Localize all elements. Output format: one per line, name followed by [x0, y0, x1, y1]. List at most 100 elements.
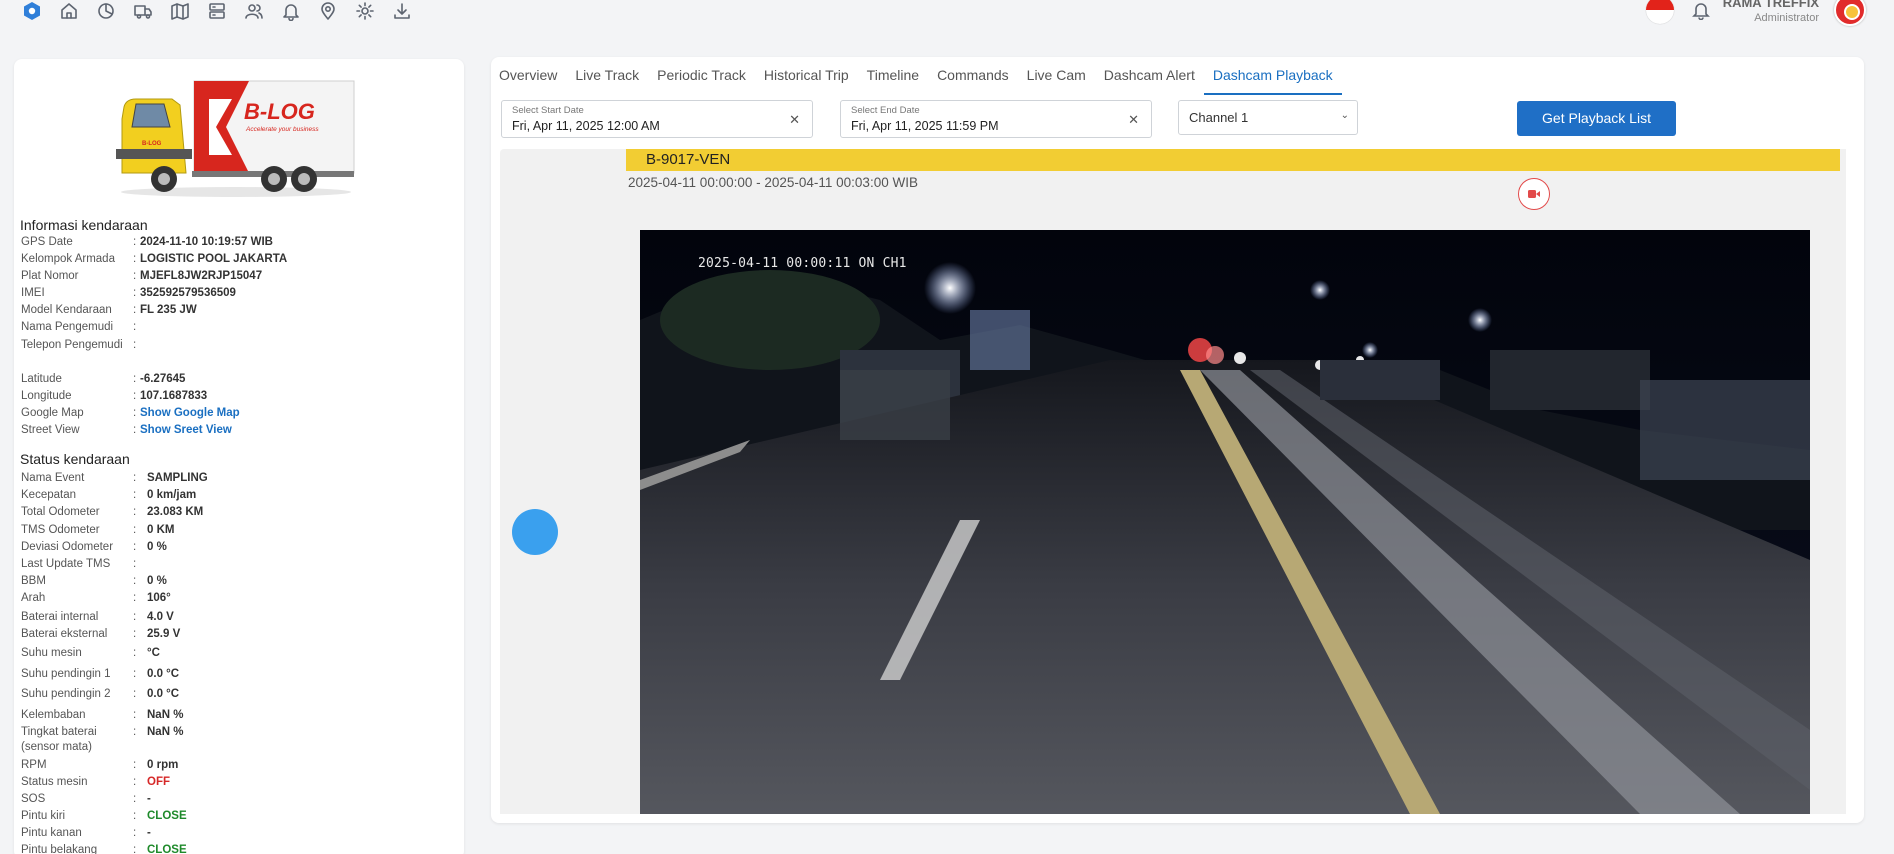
tab-bar: Overview Live Track Periodic Track Historic… — [491, 57, 1342, 95]
row-label: Pintu belakang — [21, 844, 98, 854]
channel-select[interactable]: Channel 1 ⌄ — [1178, 100, 1358, 135]
row-label: Suhu mesin — [21, 647, 82, 659]
row-separator: : — [133, 373, 137, 385]
tab-live-cam[interactable]: Live Cam — [1018, 57, 1095, 95]
tab-timeline[interactable]: Timeline — [858, 57, 928, 95]
clear-end-date-icon[interactable]: ✕ — [1128, 112, 1139, 128]
app-logo-icon[interactable] — [20, 0, 43, 22]
row-separator: : — [133, 793, 137, 805]
location-pin-icon[interactable] — [316, 0, 339, 22]
users-icon[interactable] — [242, 0, 265, 22]
row-separator: : — [133, 575, 137, 587]
clear-start-date-icon[interactable]: ✕ — [789, 112, 800, 128]
row-value: °C — [147, 647, 160, 659]
row-label: Status mesin — [21, 776, 88, 788]
notification-bell-icon[interactable] — [1691, 0, 1713, 22]
row-separator: : — [133, 390, 137, 402]
tracking-panel: Overview Live Track Periodic Track Historic… — [491, 57, 1864, 823]
avatar[interactable] — [1834, 0, 1866, 26]
start-date-label: Select Start Date — [512, 105, 584, 116]
row-label: Suhu pendingin 2 — [21, 688, 111, 700]
vehicle-detail-panel: B-LOG Accelerate your business B-LOG Inf… — [14, 59, 464, 854]
dashboard-icon[interactable] — [94, 0, 117, 22]
row-value: 0 % — [147, 541, 167, 553]
row-label: Tingkat baterai (sensor mata) — [21, 726, 97, 753]
row-label: Google Map — [21, 407, 84, 419]
row-label: Total Odometer — [21, 506, 100, 518]
download-icon[interactable] — [390, 0, 413, 22]
row-label: SOS — [21, 793, 46, 805]
row-value: 352592579536509 — [140, 287, 236, 299]
server-icon[interactable] — [205, 0, 228, 22]
row-separator: : — [133, 776, 137, 788]
row-separator: : — [133, 668, 137, 680]
row-value[interactable]: Show Google Map — [140, 406, 240, 421]
row-label: Longitude — [21, 390, 72, 402]
map-icon[interactable] — [168, 0, 191, 22]
playback-nav-button[interactable] — [512, 509, 558, 555]
home-icon[interactable] — [57, 0, 80, 22]
row-separator: : — [133, 709, 137, 721]
tab-dashcam-playback[interactable]: Dashcam Playback — [1203, 57, 1342, 95]
tab-periodic-track[interactable]: Periodic Track — [648, 57, 755, 95]
row-separator: : — [133, 688, 137, 700]
end-date-value[interactable]: Fri, Apr 11, 2025 11:59 PM — [851, 119, 999, 133]
start-date-field[interactable]: Select Start Date Fri, Apr 11, 2025 12:0… — [501, 100, 813, 138]
channel-select-value: Channel 1 — [1189, 110, 1249, 125]
row-label: Nama Event — [21, 472, 85, 484]
tab-live-track[interactable]: Live Track — [566, 57, 648, 95]
row-value: 107.1687833 — [140, 390, 208, 402]
row-label: Plat Nomor — [21, 270, 79, 282]
row-label: RPM — [21, 759, 47, 771]
playback-list: B-9017-VEN 2025-04-11 00:00:00 - 2025-04… — [500, 149, 1846, 814]
row-label: Deviasi Odometer — [21, 541, 114, 553]
row-label: Kelembaban — [21, 709, 86, 721]
info-row: Street View: Show Sreet View — [21, 423, 461, 453]
row-separator: : — [133, 321, 137, 333]
dashcam-video-player[interactable]: 2025-04-11 00:00:11 ON CH1 — [640, 230, 1810, 814]
truck-icon[interactable] — [131, 0, 154, 22]
start-date-value[interactable]: Fri, Apr 11, 2025 12:00 AM — [512, 119, 660, 133]
row-separator: : — [133, 270, 137, 282]
row-label: Kecepatan — [21, 489, 76, 501]
info-row: Telepon Pengemudi: — [21, 338, 461, 368]
info-row: Tingkat baterai (sensor mata): NaN % — [21, 725, 461, 755]
tab-dashcam-alert[interactable]: Dashcam Alert — [1095, 57, 1204, 95]
playback-vehicle-header: B-9017-VEN — [626, 149, 1840, 171]
row-separator: : — [133, 558, 137, 570]
row-value: NaN % — [147, 709, 184, 721]
row-value: MJEFL8JW2RJP15047 — [140, 270, 263, 282]
end-date-field[interactable]: Select End Date Fri, Apr 11, 2025 11:59 … — [840, 100, 1152, 138]
row-value: 0.0 °C — [147, 668, 180, 680]
row-separator: : — [133, 810, 137, 822]
row-value: 0 km/jam — [147, 489, 197, 501]
row-value[interactable]: Show Sreet View — [140, 423, 232, 438]
row-separator: : — [133, 506, 137, 518]
row-value: 2024-11-10 10:19:57 WIB — [140, 236, 273, 248]
tab-commands[interactable]: Commands — [928, 57, 1018, 95]
tab-historical-trip[interactable]: Historical Trip — [755, 57, 858, 95]
tab-overview[interactable]: Overview — [491, 57, 566, 95]
row-separator: : — [133, 472, 137, 484]
row-value: OFF — [147, 776, 170, 788]
row-value: 25.9 V — [147, 628, 181, 640]
row-label: BBM — [21, 575, 46, 587]
row-separator: : — [133, 592, 137, 604]
row-label: Baterai eksternal — [21, 628, 108, 640]
row-separator: : — [133, 628, 137, 640]
vehicle-info-title: Informasi kendaraan — [20, 217, 148, 233]
row-separator: : — [133, 407, 137, 419]
record-video-icon[interactable] — [1518, 178, 1550, 210]
indonesia-flag-icon[interactable] — [1646, 0, 1674, 24]
row-separator: : — [133, 647, 137, 659]
row-separator: : — [133, 304, 137, 316]
gear-icon[interactable] — [353, 0, 376, 22]
row-label: Kelompok Armada — [21, 253, 115, 265]
row-value: LOGISTIC POOL JAKARTA — [140, 253, 288, 265]
row-separator: : — [133, 844, 137, 854]
user-role: Administrator — [1754, 12, 1819, 24]
bell-icon[interactable] — [279, 0, 302, 22]
get-playback-list-button[interactable]: Get Playback List — [1517, 101, 1676, 136]
playback-time-range: 2025-04-11 00:00:00 - 2025-04-11 00:03:0… — [628, 175, 918, 190]
row-value: 4.0 V — [147, 611, 174, 623]
